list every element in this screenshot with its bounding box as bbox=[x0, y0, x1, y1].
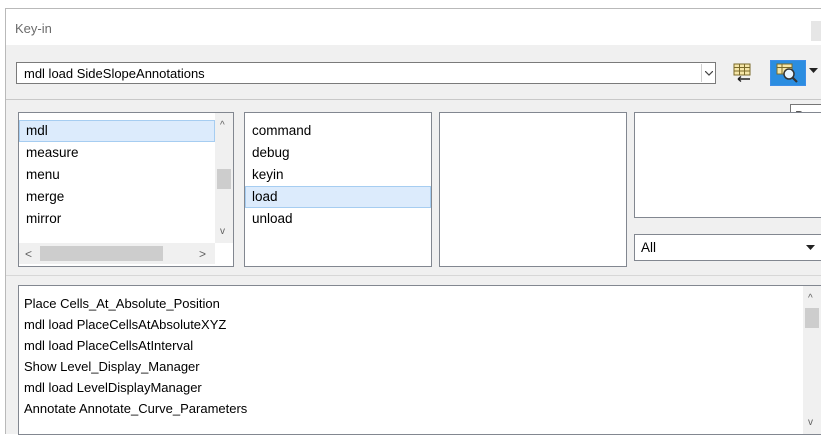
scroll-down-icon[interactable]: v bbox=[808, 418, 813, 428]
chevron-down-icon bbox=[704, 70, 714, 76]
scroll-thumb[interactable] bbox=[40, 246, 163, 261]
scroll-up-icon[interactable]: ^ bbox=[220, 121, 225, 131]
list-item[interactable]: keyin bbox=[245, 164, 431, 186]
window-title: Key-in bbox=[15, 21, 52, 36]
browse-button[interactable] bbox=[770, 60, 806, 86]
scroll-down-icon[interactable]: v bbox=[220, 227, 225, 237]
keyin-dropdown-button[interactable] bbox=[701, 64, 716, 82]
scroll-thumb[interactable] bbox=[217, 169, 231, 189]
list-item[interactable]: command bbox=[245, 120, 431, 142]
list-item[interactable]: mdl bbox=[19, 120, 215, 142]
list-item[interactable]: merge bbox=[19, 186, 215, 208]
keyin-list-3[interactable] bbox=[439, 112, 627, 267]
list-item[interactable]: unload bbox=[245, 208, 431, 230]
keyin-list-4[interactable] bbox=[634, 112, 821, 218]
list-2-items: command debug keyin load unload bbox=[245, 120, 431, 230]
scroll-up-icon[interactable]: ^ bbox=[808, 294, 813, 304]
close-button[interactable] bbox=[811, 21, 821, 41]
keyin-toolbar-row bbox=[6, 45, 821, 100]
keyin-history-icon bbox=[733, 63, 751, 83]
history-item[interactable]: Place Cells_At_Absolute_Position bbox=[19, 293, 799, 314]
list-item[interactable]: measure bbox=[19, 142, 215, 164]
keyin-list-2[interactable]: command debug keyin load unload bbox=[244, 112, 432, 267]
history-item[interactable]: mdl load LevelDisplayManager bbox=[19, 377, 799, 398]
history-item[interactable]: Annotate Annotate_Curve_Parameters bbox=[19, 398, 799, 419]
list-item[interactable]: mirror bbox=[19, 208, 215, 230]
list-item[interactable]: debug bbox=[245, 142, 431, 164]
divider bbox=[6, 275, 821, 276]
keyin-dialog: Key-in mdl load SideSlopeAnnotations mdl… bbox=[5, 8, 821, 435]
browse-dropdown-icon[interactable] bbox=[809, 68, 818, 74]
keyin-history-list[interactable]: Place Cells_At_Absolute_Position mdl loa… bbox=[18, 285, 821, 435]
title-bar: Key-in bbox=[6, 9, 821, 45]
history-vertical-scrollbar[interactable]: ^ v bbox=[803, 286, 821, 434]
list-1-vertical-scrollbar[interactable]: ^ v bbox=[215, 113, 233, 243]
list-item[interactable]: menu bbox=[19, 164, 215, 186]
filter-select-value: All bbox=[641, 240, 657, 255]
history-item[interactable]: mdl load PlaceCellsAtAbsoluteXYZ bbox=[19, 314, 799, 335]
history-items: Place Cells_At_Absolute_Position mdl loa… bbox=[19, 293, 799, 419]
scroll-right-icon[interactable]: > bbox=[199, 248, 206, 260]
scroll-thumb[interactable] bbox=[805, 308, 819, 328]
keyin-input[interactable] bbox=[16, 62, 716, 84]
keyin-history-button[interactable] bbox=[728, 60, 756, 86]
chevron-down-icon bbox=[806, 245, 815, 250]
browse-magnifier-icon bbox=[776, 63, 798, 83]
list-1-horizontal-scrollbar[interactable]: < > bbox=[19, 243, 215, 264]
history-item[interactable]: Show Level_Display_Manager bbox=[19, 356, 799, 377]
filter-select[interactable]: All bbox=[634, 234, 821, 261]
list-1-items: mdl measure menu merge mirror bbox=[19, 120, 215, 230]
history-item[interactable]: mdl load PlaceCellsAtInterval bbox=[19, 335, 799, 356]
list-item[interactable]: load bbox=[245, 186, 431, 208]
scroll-left-icon[interactable]: < bbox=[25, 248, 32, 260]
desktop-top-strip bbox=[0, 0, 821, 8]
keyin-list-1[interactable]: mdl measure menu merge mirror ^ v < > bbox=[18, 112, 234, 267]
